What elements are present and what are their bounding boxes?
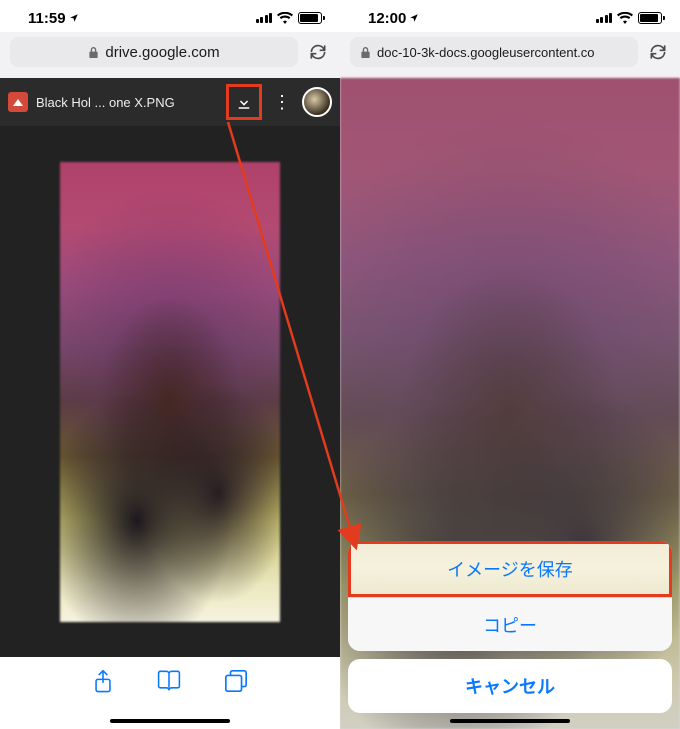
signal-icon [596,13,613,23]
tabs-icon[interactable] [224,669,248,693]
lock-icon [360,46,371,59]
copy-label: コピー [483,612,537,638]
status-bar: 11:59 [0,0,340,32]
safari-toolbar [0,657,340,729]
download-button[interactable] [226,84,262,120]
image-viewport[interactable]: イメージを保存 コピー キャンセル [340,78,680,729]
status-time: 12:00 [368,10,419,27]
url-field[interactable]: drive.google.com [10,37,298,67]
home-indicator [110,719,230,723]
drive-header: Black Hol ... one X.PNG ⋮ [0,78,340,126]
status-icons [256,12,323,24]
url-field[interactable]: doc-10-3k-docs.googleusercontent.co [350,37,638,67]
battery-icon [638,12,662,24]
wifi-icon [617,12,633,24]
location-icon [409,13,419,23]
time-text: 12:00 [368,10,406,27]
save-image-label: イメージを保存 [447,556,573,582]
image-preview [60,162,280,622]
screenshot-right: 12:00 doc-10-3k-docs.googleusercontent.c… [340,0,680,729]
save-image-button[interactable]: イメージを保存 [348,541,672,597]
url-bar: doc-10-3k-docs.googleusercontent.co [340,32,680,78]
bookmarks-icon[interactable] [156,669,182,691]
more-button[interactable]: ⋮ [270,93,294,111]
image-viewport[interactable] [0,126,340,657]
action-sheet-overlay: イメージを保存 コピー キャンセル [340,78,680,729]
cancel-label: キャンセル [465,673,555,699]
cancel-button[interactable]: キャンセル [348,659,672,713]
time-text: 11:59 [28,10,66,27]
status-icons [596,12,663,24]
screenshot-left: 11:59 drive.google.com [0,0,340,729]
location-icon [69,13,79,23]
action-sheet: イメージを保存 コピー [348,541,672,651]
home-indicator [450,719,570,723]
wifi-icon [277,12,293,24]
url-bar: drive.google.com [0,32,340,78]
avatar[interactable] [302,87,332,117]
url-text: doc-10-3k-docs.googleusercontent.co [377,45,595,60]
signal-icon [256,13,273,23]
lock-icon [88,46,99,59]
battery-icon [298,12,322,24]
status-bar: 12:00 [340,0,680,32]
share-icon[interactable] [92,669,114,695]
reload-button[interactable] [306,42,330,62]
filename-text: Black Hol ... one X.PNG [36,95,218,110]
url-text: drive.google.com [105,44,219,61]
drive-image-icon [8,92,28,112]
copy-button[interactable]: コピー [348,597,672,651]
reload-button[interactable] [646,42,670,62]
status-time: 11:59 [28,10,79,27]
